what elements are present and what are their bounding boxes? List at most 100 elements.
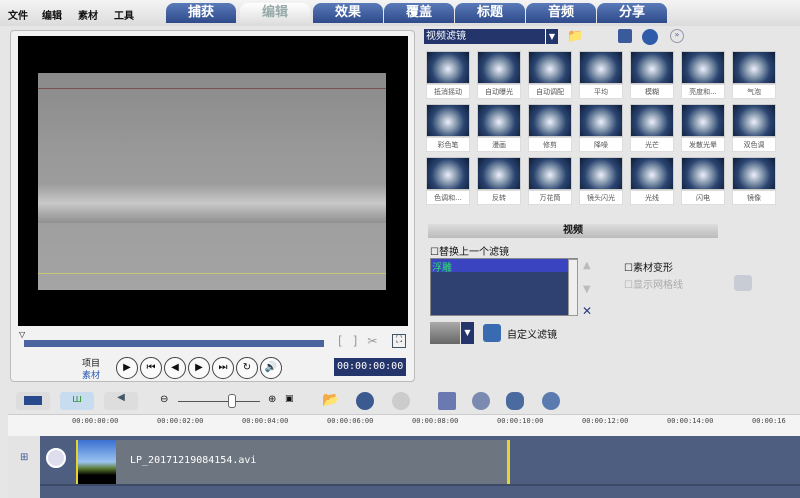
timer-icon[interactable] [472,392,490,410]
preset-dropdown-icon[interactable]: ▼ [461,322,474,344]
grid-options-icon[interactable] [734,275,752,291]
filter-label: 修剪 [528,137,572,152]
filter-thumb[interactable]: 修剪 [528,104,572,154]
clip-warp-label: 素材变形 [632,263,673,274]
filter-preview [681,157,725,190]
tab-effect[interactable]: 效果 [313,3,383,23]
filter-label: 自动曝光 [477,84,521,99]
next-frame-icon[interactable]: ▶ [188,357,210,379]
delete-filter-icon[interactable]: ✕ [582,304,592,318]
filter-preview [732,157,776,190]
chapter-icon[interactable] [542,392,560,410]
menu-edit[interactable]: 编辑 [42,7,62,22]
redo-icon[interactable] [392,392,410,410]
tab-edit[interactable]: 编辑 [240,3,310,23]
folder-icon[interactable]: 📁 [567,29,583,44]
filter-thumb[interactable]: 抵消摇动 [426,51,470,101]
smart-proxy-icon[interactable] [438,392,456,410]
filter-label: 抵消摇动 [426,84,470,99]
applied-filter-list[interactable]: 浮雕 [430,258,578,316]
filter-thumb[interactable]: 镜像 [732,157,776,207]
options-tab-video[interactable]: 视频 [428,224,718,238]
options-icon[interactable] [618,29,632,43]
storyboard-view-icon[interactable] [16,392,50,410]
timeline-view-icon[interactable]: ш [60,392,94,410]
filter-thumb[interactable]: 平均 [579,51,623,101]
tab-capture[interactable]: 捕获 [166,3,236,23]
filter-thumb[interactable]: 闪电 [681,157,725,207]
list-scrollbar[interactable] [568,259,578,316]
fullscreen-icon[interactable]: ⛶ [392,334,406,348]
tab-title[interactable]: 标题 [455,3,525,23]
show-grid-checkbox[interactable]: ☐显示网格线 [624,276,683,291]
scrub-bar[interactable] [24,340,324,347]
filter-thumb[interactable]: 万花筒 [528,157,572,207]
mixer-icon[interactable] [506,392,524,410]
filter-thumb[interactable]: 漫画 [477,104,521,154]
filter-thumb[interactable]: 光线 [630,157,674,207]
tab-share[interactable]: 分享 [597,3,667,23]
custom-filter-label[interactable]: 自定义滤镜 [507,326,557,341]
filter-preview [477,104,521,137]
volume-icon[interactable]: 🔊 [260,357,282,379]
timeline-clip[interactable]: LP_20171219084154.avi [76,440,510,484]
clip-warp-checkbox[interactable]: ☐素材变形 [624,259,673,274]
expand-icon[interactable]: » [670,29,684,43]
filter-thumb[interactable]: 色调和... [426,157,470,207]
filter-thumb[interactable]: 自动调配 [528,51,572,101]
timecode-field[interactable]: 00:00:00:00 [334,358,406,376]
filter-thumb[interactable]: 彩色笔 [426,104,470,154]
play-icon[interactable]: ▶ [116,357,138,379]
ruler-tick: 00:00:04:00 [242,417,289,425]
go-end-icon[interactable]: ⏭ [212,357,234,379]
filter-preview [579,104,623,137]
tab-audio[interactable]: 音频 [526,3,596,23]
filter-label: 亮度和... [681,84,725,99]
prev-frame-icon[interactable]: ◀ [164,357,186,379]
filter-thumb[interactable]: 光芒 [630,104,674,154]
filter-thumb[interactable]: 模糊 [630,51,674,101]
zoom-slider[interactable] [178,401,260,402]
chevron-down-icon[interactable]: ▼ [545,29,558,44]
filter-preview [528,157,572,190]
audio-view-icon[interactable]: ◀ [104,392,138,410]
ruler-tick: 00:00:02:00 [157,417,204,425]
filter-thumb[interactable]: 镜头闪光 [579,157,623,207]
filter-thumb[interactable]: 双色调 [732,104,776,154]
insert-media-icon[interactable]: 📂 [322,392,339,408]
playhead-marker[interactable]: ▽ [19,330,31,339]
filter-thumb[interactable]: 气泡 [732,51,776,101]
filter-thumb[interactable]: 自动曝光 [477,51,521,101]
replace-last-checkbox[interactable]: ☐替换上一个滤镜 [430,243,509,258]
go-start-icon[interactable]: ⏮ [140,357,162,379]
filter-label: 反转 [477,190,521,205]
menu-file[interactable]: 文件 [8,7,28,22]
preset-icon[interactable] [430,322,460,344]
zoom-slider-handle[interactable] [228,394,236,408]
undo-icon[interactable] [356,392,374,410]
ruler-tick: 00:00:08:00 [412,417,459,425]
menu-clip[interactable]: 素材 [78,7,98,22]
move-down-icon[interactable]: ▼ [583,284,591,295]
filter-thumb[interactable]: 降噪 [579,104,623,154]
clip-mode-label[interactable]: 素材 [82,368,100,381]
move-up-icon[interactable]: ▲ [583,260,591,271]
filter-thumb[interactable]: 反转 [477,157,521,207]
ruler-tick: 00:00:14:00 [667,417,714,425]
menu-tools[interactable]: 工具 [114,7,134,22]
trim-buttons[interactable]: []✂ [338,334,387,348]
filter-label: 气泡 [732,84,776,99]
timeline-ruler[interactable]: 00:00:00:00 00:00:02:00 00:00:04:00 00:00:0… [8,414,800,436]
filter-thumb[interactable]: 发散光晕 [681,104,725,154]
applied-filter-item[interactable]: 浮雕 [431,259,577,274]
filter-thumb[interactable]: 亮度和... [681,51,725,101]
refresh-icon[interactable] [642,29,658,45]
zoom-out-icon[interactable]: ⊖ [160,394,168,405]
tab-overlay[interactable]: 覆盖 [384,3,454,23]
repeat-icon[interactable]: ↻ [236,357,258,379]
zoom-in-icon[interactable]: ⊕ [268,394,276,405]
fit-icon[interactable]: ▣ [285,394,294,404]
custom-filter-icon[interactable] [483,324,501,342]
filter-category-select[interactable]: 视频滤镜 [424,29,558,44]
track-options-icon[interactable]: ⊞ [20,452,28,463]
